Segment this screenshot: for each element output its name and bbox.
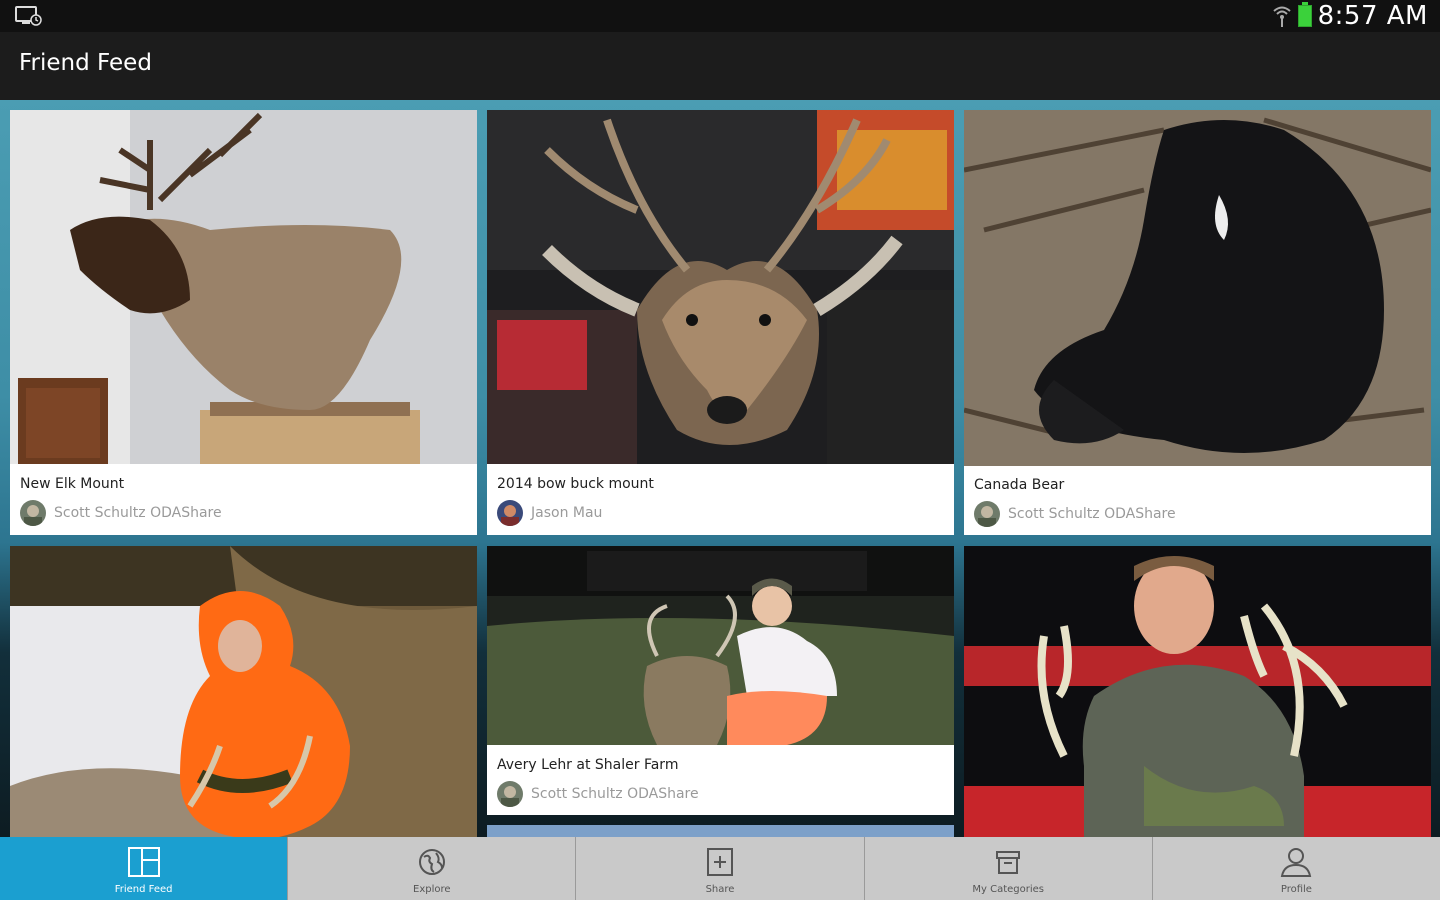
action-bar: Friend Feed <box>0 32 1440 100</box>
nav-profile[interactable]: Profile <box>1151 837 1440 900</box>
card-author[interactable]: Jason Mau <box>497 500 602 526</box>
feed-card[interactable]: 2014 bow buck mount Jason Mau <box>487 110 954 535</box>
user-icon <box>1279 845 1313 879</box>
feed-grid-icon <box>127 845 161 879</box>
feed-card[interactable] <box>10 546 477 837</box>
feed-card[interactable] <box>964 546 1431 837</box>
share-plus-icon <box>703 845 737 879</box>
avatar <box>20 500 46 526</box>
battery-icon <box>1297 2 1312 27</box>
nav-share[interactable]: Share <box>575 837 863 900</box>
wifi-icon <box>1272 6 1291 27</box>
card-photo <box>964 546 1431 837</box>
nav-label: My Categories <box>972 884 1045 895</box>
card-title: Canada Bear <box>974 477 1065 493</box>
card-author[interactable]: Scott Schultz ODAShare <box>974 501 1176 527</box>
archive-box-icon <box>991 845 1025 879</box>
card-author[interactable]: Scott Schultz ODAShare <box>497 781 699 807</box>
nav-label: Share <box>705 884 735 895</box>
author-name: Jason Mau <box>531 505 603 521</box>
status-bar: 8:57 AM <box>0 0 1440 32</box>
feed-card[interactable]: Avery Lehr at Shaler Farm Scott Schultz … <box>487 546 954 815</box>
avatar <box>497 500 523 526</box>
author-name: Scott Schultz ODAShare <box>1008 506 1176 522</box>
nav-my-categories[interactable]: My Categories <box>863 837 1152 900</box>
author-name: Scott Schultz ODAShare <box>531 786 699 802</box>
nav-label: Explore <box>413 884 451 895</box>
card-title: New Elk Mount <box>20 476 125 492</box>
nav-friend-feed[interactable]: Friend Feed <box>0 837 288 900</box>
feed-card[interactable] <box>487 825 954 837</box>
author-name: Scott Schultz ODAShare <box>54 505 222 521</box>
card-photo <box>487 110 954 464</box>
bottom-navigation: Friend Feed Explore Share My Categories … <box>0 837 1440 900</box>
card-title: Avery Lehr at Shaler Farm <box>497 757 679 773</box>
nav-label: Profile <box>1280 884 1312 895</box>
avatar <box>497 781 523 807</box>
avatar <box>974 501 1000 527</box>
card-title: 2014 bow buck mount <box>497 476 654 492</box>
feed-card[interactable]: Canada Bear Scott Schultz ODAShare <box>964 110 1431 535</box>
feed-card[interactable]: New Elk Mount Scott Schultz ODAShare <box>10 110 477 535</box>
globe-icon <box>415 845 449 879</box>
notification-icon <box>15 6 42 26</box>
nav-explore[interactable]: Explore <box>287 837 575 900</box>
nav-label: Friend Feed <box>114 884 173 895</box>
page-title: Friend Feed <box>19 50 152 76</box>
card-author[interactable]: Scott Schultz ODAShare <box>20 500 222 526</box>
card-photo <box>10 546 477 837</box>
status-time: 8:57 AM <box>1317 1 1428 31</box>
card-photo <box>487 546 954 745</box>
friend-feed-grid: New Elk Mount Scott Schultz ODAShare 201… <box>0 100 1440 837</box>
card-photo <box>964 110 1431 466</box>
card-photo <box>10 110 477 464</box>
